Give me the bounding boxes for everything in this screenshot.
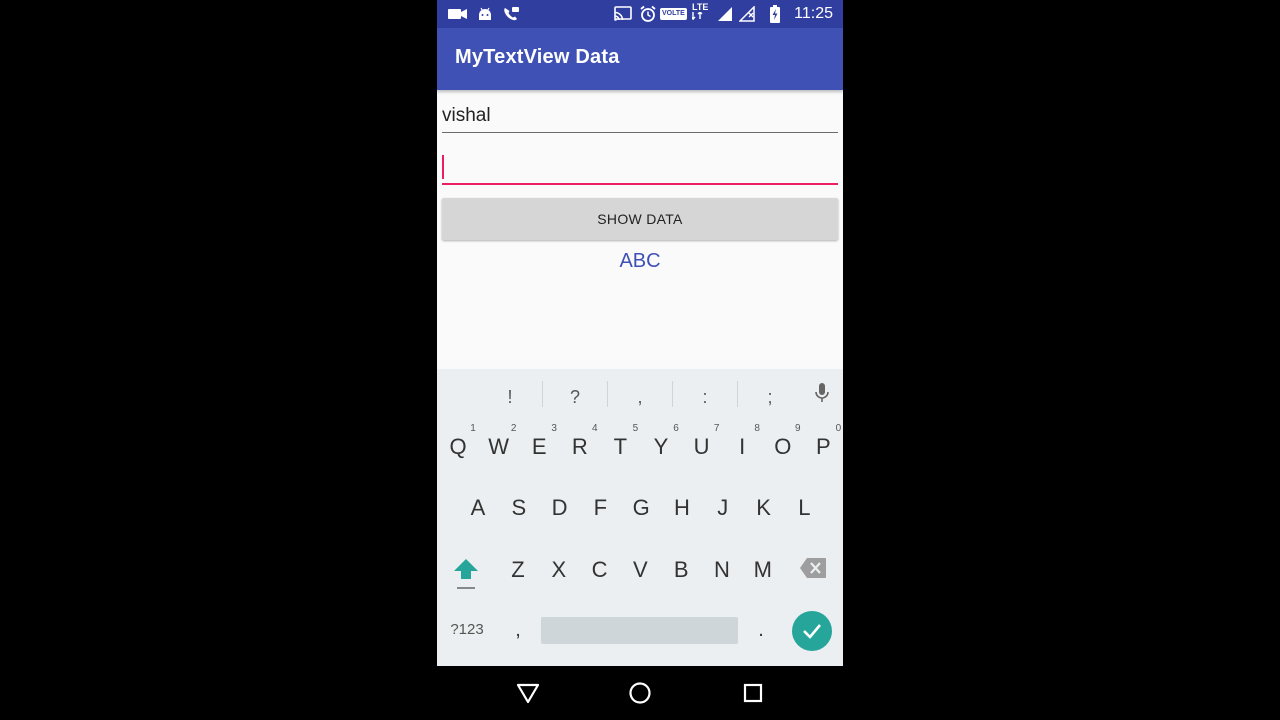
key-d[interactable]: D (542, 495, 578, 521)
checkmark-icon (803, 624, 821, 639)
alarm-icon (639, 5, 657, 23)
soft-keyboard: ! ? , : ; Q1W2E3R4T5Y6U7I8O9P0 ASDFGHJKL… (437, 369, 843, 666)
suggestion-divider (737, 381, 738, 407)
text-cursor (442, 155, 444, 179)
cast-icon (613, 5, 633, 23)
key-a[interactable]: A (460, 495, 496, 521)
key-f[interactable]: F (582, 495, 618, 521)
key-y[interactable]: Y (643, 434, 679, 460)
key-w[interactable]: W (481, 434, 517, 460)
clock: 11:25 (794, 5, 833, 22)
key-hint-3: 3 (551, 423, 557, 434)
key-hint-8: 8 (754, 423, 760, 434)
microphone-icon[interactable] (814, 382, 830, 409)
shift-key[interactable] (452, 557, 480, 596)
key-e[interactable]: E (521, 434, 557, 460)
suggestion-comma[interactable]: , (630, 387, 650, 408)
no-signal-icon (739, 5, 755, 23)
key-n[interactable]: N (704, 557, 740, 583)
key-j[interactable]: J (705, 495, 741, 521)
comma-key[interactable]: , (500, 619, 536, 642)
app-title: MyTextView Data (455, 46, 620, 68)
show-data-button[interactable]: SHOW DATA (442, 198, 838, 240)
suggestion-divider (542, 381, 543, 407)
key-v[interactable]: V (622, 557, 658, 583)
android-robot-icon (477, 5, 493, 23)
recents-icon[interactable] (740, 680, 766, 706)
symbols-key[interactable]: ?123 (444, 621, 490, 638)
suggestion-exclamation[interactable]: ! (500, 387, 520, 408)
home-icon[interactable] (627, 680, 653, 706)
phone-call-icon (502, 5, 520, 23)
key-hint-9: 9 (795, 423, 801, 434)
space-bar[interactable] (541, 617, 738, 644)
phone-screen: VOLTE LTE 11:25 MyTextView Data vishal S… (437, 0, 843, 720)
navigation-bar (437, 666, 843, 720)
key-r[interactable]: R (562, 434, 598, 460)
key-hint-2: 2 (510, 423, 517, 434)
app-bar: MyTextView Data (437, 28, 843, 90)
volte-badge: VOLTE (660, 5, 687, 23)
key-m[interactable]: M (745, 557, 781, 583)
suggestion-semicolon[interactable]: ; (760, 387, 780, 408)
key-u[interactable]: U (684, 434, 720, 460)
key-hint-5: 5 (632, 423, 639, 434)
key-g[interactable]: G (623, 495, 659, 521)
key-z[interactable]: Z (500, 557, 536, 583)
key-t[interactable]: T (602, 434, 638, 460)
key-k[interactable]: K (746, 495, 782, 521)
suggestion-colon[interactable]: : (695, 387, 715, 408)
backspace-key[interactable] (799, 557, 827, 584)
result-text: ABC (619, 250, 661, 272)
key-hint-0: 0 (835, 423, 842, 434)
key-i[interactable]: I (724, 434, 760, 460)
name-input-value: vishal (442, 105, 491, 126)
battery-charging-icon (769, 5, 781, 23)
status-bar: VOLTE LTE 11:25 (437, 0, 843, 28)
key-x[interactable]: X (541, 557, 577, 583)
key-hint-4: 4 (592, 423, 598, 434)
key-hint-1: 1 (470, 423, 476, 434)
enter-key[interactable] (792, 611, 832, 651)
key-hint-7: 7 (713, 423, 720, 434)
key-p[interactable]: P (805, 434, 841, 460)
key-c[interactable]: C (582, 557, 618, 583)
data-input[interactable] (442, 150, 838, 185)
key-b[interactable]: B (663, 557, 699, 583)
suggestion-divider (672, 381, 673, 407)
key-s[interactable]: S (501, 495, 537, 521)
suggestion-divider (607, 381, 608, 407)
key-q[interactable]: Q (440, 434, 476, 460)
key-hint-6: 6 (673, 423, 679, 434)
suggestion-question[interactable]: ? (565, 387, 585, 408)
key-l[interactable]: L (786, 495, 822, 521)
key-h[interactable]: H (664, 495, 700, 521)
video-camera-icon (448, 5, 468, 23)
back-icon[interactable] (515, 680, 541, 706)
signal-strength-icon (717, 5, 733, 23)
name-input[interactable]: vishal (442, 98, 838, 133)
key-o[interactable]: O (765, 434, 801, 460)
period-key[interactable]: . (743, 619, 779, 642)
